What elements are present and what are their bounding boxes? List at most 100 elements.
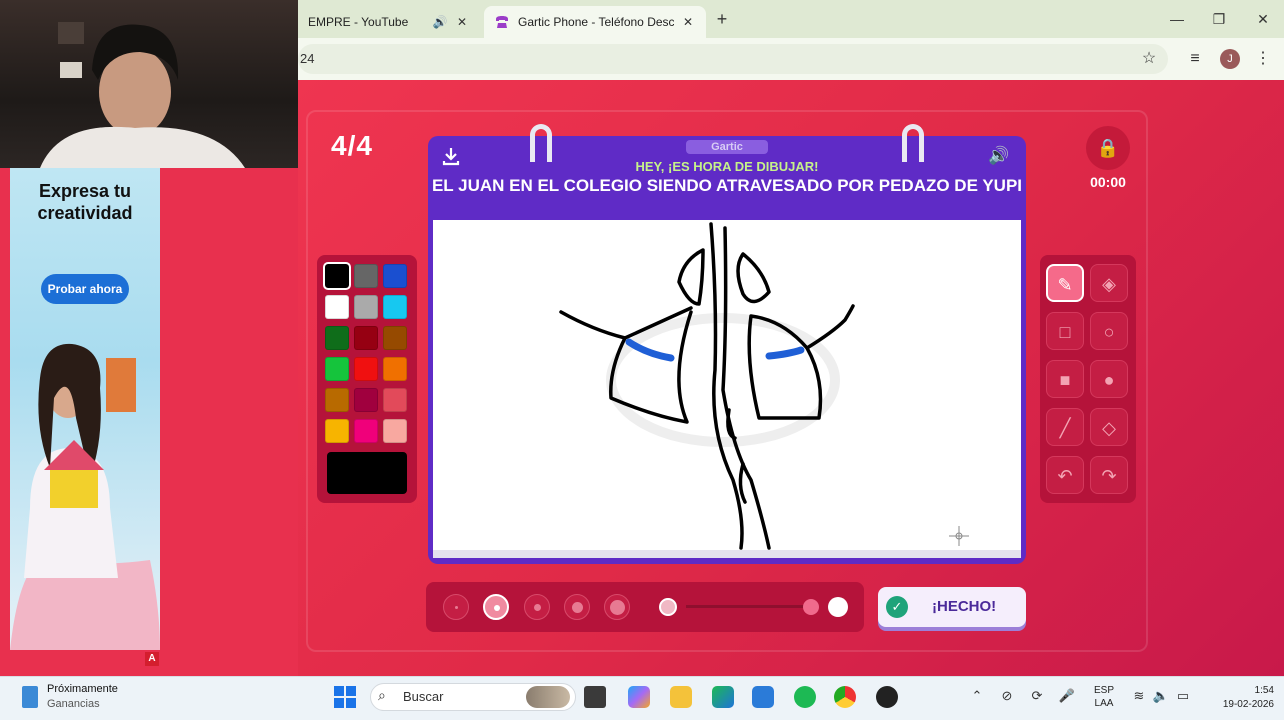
widgets-subtitle: Ganancias [47,698,100,710]
draw-hint: HEY, ¡ES HORA DE DIBUJAR! [635,159,819,174]
color-swatch[interactable] [325,326,349,350]
bookmark-star-icon[interactable]: ☆ [1138,48,1160,70]
clock-time: 1:54 [1254,685,1274,696]
microphone-icon[interactable]: 🎤 [1058,688,1076,704]
spotify-icon[interactable] [794,686,816,708]
line-icon[interactable]: ╱ [1046,408,1084,446]
color-swatch[interactable] [325,295,349,319]
task-view-icon[interactable] [584,686,606,708]
volume-tray-icon[interactable]: 🔈 [1152,688,1170,704]
tab-youtube[interactable]: EMPRE - YouTube 🔊 ✕ [298,6,480,38]
language-indicator[interactable]: ESP LAA [1094,684,1114,710]
crosshair-cursor-icon [949,526,969,546]
drawing-canvas[interactable] [433,220,1021,550]
webcam-overlay [0,0,298,168]
close-window-icon[interactable]: ✕ [1248,8,1278,30]
color-swatch[interactable] [383,419,407,443]
color-swatch[interactable] [325,357,349,381]
brush-size-4[interactable] [564,594,590,620]
menu-dots-icon[interactable]: ⋮ [1252,48,1274,70]
tab-gartic[interactable]: Gartic Phone - Teléfono Descor ✕ [484,6,706,38]
brush-size-1[interactable] [443,594,469,620]
store-icon[interactable] [752,686,774,708]
profile-avatar[interactable]: J [1220,49,1240,69]
chrome-icon[interactable] [834,686,856,708]
phone-favicon-icon [496,16,508,28]
webcam-person-icon [40,22,245,168]
rectangle-filled-icon[interactable]: ■ [1046,360,1084,398]
opacity-min-knob[interactable] [659,598,677,616]
color-swatch[interactable] [383,357,407,381]
copilot-icon[interactable] [628,686,650,708]
keyboard-layout: LAA [1094,698,1114,709]
language-code: ESP [1094,685,1115,696]
color-swatch[interactable] [325,388,349,412]
minimize-icon[interactable]: — [1162,8,1192,30]
start-icon[interactable] [334,686,356,708]
tab-gartic-label: Gartic Phone - Teléfono Descor [518,15,674,29]
tray-sync-icon[interactable]: ⟳ [1028,688,1046,704]
close-tab-icon[interactable]: ✕ [680,15,696,29]
color-swatch[interactable] [354,357,378,381]
check-icon: ✓ [886,596,908,618]
lock-icon[interactable]: 🔒 [1086,126,1130,170]
drawing-prompt: EL JUAN EN EL COLEGIO SIENDO ATRAVESADO … [431,176,1023,195]
speaker-icon[interactable]: 🔊 [432,15,448,29]
color-swatch[interactable] [323,262,351,290]
wifi-icon[interactable]: ≋ [1130,688,1148,704]
opacity-handle[interactable] [803,599,819,615]
app-with-notification-icon[interactable] [876,686,898,708]
canvas-shelf [433,550,1021,558]
color-swatch[interactable] [383,295,407,319]
ad-model-image [10,343,160,650]
search-icon: ⌕ [378,687,386,703]
color-swatch[interactable] [354,388,378,412]
opacity-slider[interactable] [686,605,806,608]
battery-icon[interactable]: ▭ [1174,688,1192,704]
brush-size-2[interactable] [483,594,509,620]
ad-banner[interactable]: Expresa tu creatividad Probar ahora [10,168,160,650]
ad-cta-button[interactable]: Probar ahora [41,274,129,304]
widgets-icon[interactable] [22,686,38,708]
brush-size-3[interactable] [524,594,550,620]
color-swatch[interactable] [325,419,349,443]
gartic-logo-tag: Gartic [686,140,768,154]
new-tab-button[interactable]: + [712,9,732,29]
file-explorer-icon[interactable] [670,686,692,708]
search-highlight-image [526,686,570,708]
clock-date: 19-02-2026 [1222,699,1274,710]
pencil-icon[interactable]: ✎ [1046,264,1084,302]
tray-app-icon[interactable]: ⊘ [998,688,1016,704]
eraser-icon[interactable]: ◈ [1090,264,1128,302]
undo-icon[interactable]: ↶ [1046,456,1084,494]
circle-outline-icon[interactable]: ○ [1090,312,1128,350]
color-swatch[interactable] [354,264,378,288]
color-swatch[interactable] [354,419,378,443]
color-swatch[interactable] [383,388,407,412]
fill-bucket-icon[interactable]: ◇ [1090,408,1128,446]
timer: 00:00 [1090,174,1126,190]
ad-title: Expresa tu creatividad [37,181,133,223]
rectangle-outline-icon[interactable]: □ [1046,312,1084,350]
color-swatch[interactable] [383,264,407,288]
color-swatch[interactable] [383,326,407,350]
drawing-strokes [559,222,969,550]
color-swatch[interactable] [354,295,378,319]
current-color-preview [327,452,407,494]
tray-overflow-icon[interactable]: ⌃ [968,688,986,704]
edge-icon[interactable] [712,686,734,708]
opacity-max-knob[interactable] [828,597,848,617]
taskbar-clock[interactable]: 1:54 19-02-2026 [1202,684,1274,712]
circle-filled-icon[interactable]: ● [1090,360,1128,398]
media-control-icon[interactable]: ≡ [1184,48,1206,70]
close-tab-icon[interactable]: ✕ [454,15,470,29]
maximize-icon[interactable]: ❐ [1204,8,1234,30]
redo-icon[interactable]: ↷ [1090,456,1128,494]
brush-size-5[interactable] [604,594,630,620]
ad-choices-badge[interactable]: A [145,652,159,666]
address-bar[interactable]: 24 [298,44,1168,74]
widgets-title[interactable]: Próximamente [47,683,118,695]
color-swatch[interactable] [354,326,378,350]
round-counter: 4/4 [331,130,373,161]
tab-youtube-label: EMPRE - YouTube [308,15,409,29]
